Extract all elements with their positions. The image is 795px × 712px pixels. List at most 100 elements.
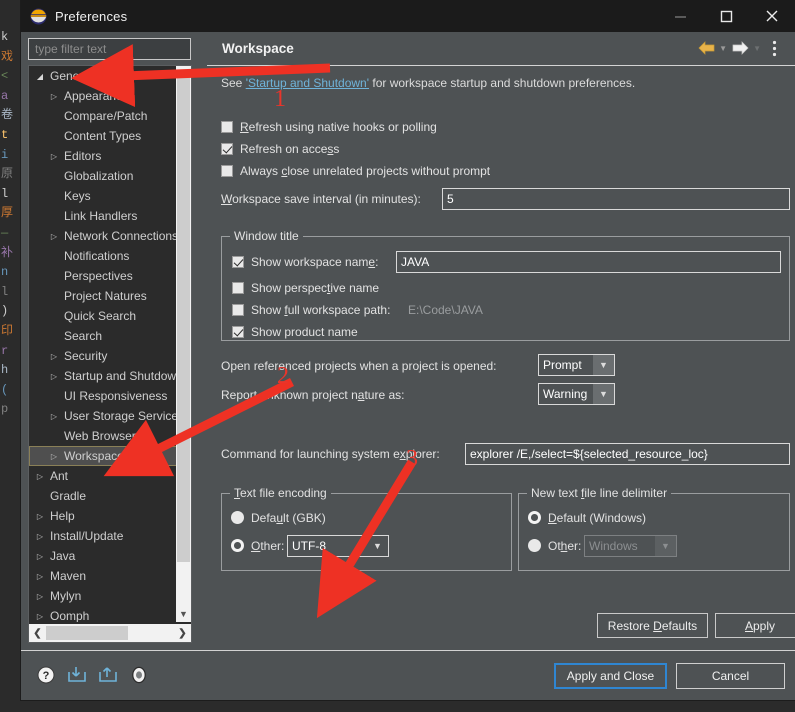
tree-item-editors[interactable]: ▷ Editors xyxy=(29,146,177,166)
tree-item-ui-responsiveness[interactable]: UI Responsiveness xyxy=(29,386,177,406)
maximize-button[interactable] xyxy=(703,0,749,32)
tree-item-security[interactable]: ▷ Security xyxy=(29,346,177,366)
radio-delimiter-default[interactable]: Default (Windows) xyxy=(528,511,646,525)
tree-item-java[interactable]: ▷ Java xyxy=(29,546,177,566)
back-history-chevron-down-icon[interactable]: ▼ xyxy=(719,44,727,53)
checkbox-show-product-name[interactable]: Show product name xyxy=(232,325,358,339)
import-arrow-icon[interactable] xyxy=(66,664,88,686)
checkbox-show-perspective-name[interactable]: Show perspective name xyxy=(232,281,379,295)
twisty-collapsed-icon[interactable]: ▷ xyxy=(35,567,45,586)
twisty-collapsed-icon[interactable]: ▷ xyxy=(49,447,59,466)
twisty-collapsed-icon[interactable]: ▷ xyxy=(35,547,45,566)
twisty-collapsed-icon[interactable]: ▷ xyxy=(35,587,45,606)
tree-item-mylyn[interactable]: ▷ Mylyn xyxy=(29,586,177,606)
scroll-down-icon[interactable]: ▼ xyxy=(176,605,191,622)
checkbox-show-full-workspace-path[interactable]: Show full workspace path: xyxy=(232,303,390,317)
checkbox-box[interactable] xyxy=(232,256,244,268)
checkbox-box[interactable] xyxy=(232,282,244,294)
tree-item-gradle[interactable]: Gradle xyxy=(29,486,177,506)
tree-horizontal-scrollbar[interactable]: ❮ ❯ xyxy=(29,624,191,642)
search-input[interactable] xyxy=(29,39,190,59)
tree-item-ant[interactable]: ▷ Ant xyxy=(29,466,177,486)
scroll-left-icon[interactable]: ❮ xyxy=(29,624,46,642)
checkbox-always-close-unrelated-projects[interactable]: Always close unrelated projects without … xyxy=(221,164,490,178)
restore-defaults-button[interactable]: Restore Defaults xyxy=(597,613,708,638)
apply-button[interactable]: Apply xyxy=(715,613,795,638)
workspace-name-input[interactable]: JAVA xyxy=(396,251,781,273)
scroll-right-icon[interactable]: ❯ xyxy=(174,624,191,642)
startup-and-shutdown-link[interactable]: 'Startup and Shutdown' xyxy=(246,76,369,90)
export-arrow-icon[interactable] xyxy=(97,664,119,686)
radio-circle[interactable] xyxy=(231,539,244,552)
tree-item-appearance[interactable]: ▷ Appearance xyxy=(29,86,177,106)
radio-encoding-default[interactable]: Default (GBK) xyxy=(231,511,326,525)
tree-item-link-handlers[interactable]: Link Handlers xyxy=(29,206,177,226)
chevron-down-icon[interactable]: ▼ xyxy=(593,355,614,375)
tree-item-project-natures[interactable]: Project Natures xyxy=(29,286,177,306)
chevron-down-icon[interactable]: ▼ xyxy=(593,384,614,404)
tree-item-install-update[interactable]: ▷ Install/Update xyxy=(29,526,177,546)
checkbox-box[interactable] xyxy=(221,143,233,155)
cancel-button[interactable]: Cancel xyxy=(676,663,785,689)
twisty-collapsed-icon[interactable]: ▷ xyxy=(49,367,59,386)
twisty-expanded-icon[interactable]: ◢ xyxy=(35,67,45,86)
forward-arrow-icon[interactable] xyxy=(729,37,751,59)
radio-circle[interactable] xyxy=(231,511,244,524)
tree-item-keys[interactable]: Keys xyxy=(29,186,177,206)
preferences-tree[interactable]: ◢ General ▷ Appearance Compare/Patch Content … xyxy=(28,65,192,643)
tree-item-notifications[interactable]: Notifications xyxy=(29,246,177,266)
checkbox-box[interactable] xyxy=(232,326,244,338)
tree-item-content-types[interactable]: Content Types xyxy=(29,126,177,146)
twisty-collapsed-icon[interactable]: ▷ xyxy=(35,607,45,622)
tree-item-general[interactable]: ◢ General xyxy=(29,66,177,86)
twisty-collapsed-icon[interactable]: ▷ xyxy=(35,527,45,546)
checkbox-show-workspace-name[interactable]: Show workspace name: xyxy=(232,255,378,269)
tree-vertical-scrollbar[interactable]: ▼ xyxy=(176,66,191,622)
twisty-collapsed-icon[interactable]: ▷ xyxy=(49,87,59,106)
tree-item-globalization[interactable]: Globalization xyxy=(29,166,177,186)
tree-item-web-browser[interactable]: Web Browser xyxy=(29,426,177,446)
tree-item-compare-patch[interactable]: Compare/Patch xyxy=(29,106,177,126)
vertical-dots-icon[interactable] xyxy=(763,37,785,59)
twisty-collapsed-icon[interactable]: ▷ xyxy=(35,507,45,526)
radio-encoding-other[interactable]: Other: xyxy=(231,539,284,553)
back-arrow-icon[interactable] xyxy=(695,37,717,59)
checkbox-box[interactable] xyxy=(221,121,233,133)
tree-item-startup-and-shutdown[interactable]: ▷ Startup and Shutdown xyxy=(29,366,177,386)
tree-item-oomph[interactable]: ▷ Oomph xyxy=(29,606,177,622)
tree-vertical-scrollbar-thumb[interactable] xyxy=(177,70,190,562)
twisty-collapsed-icon[interactable]: ▷ xyxy=(49,227,59,246)
tree-item-workspace[interactable]: ▷ Workspace xyxy=(29,446,177,466)
tree-item-quick-search[interactable]: Quick Search xyxy=(29,306,177,326)
twisty-collapsed-icon[interactable]: ▷ xyxy=(49,407,59,426)
close-button[interactable] xyxy=(749,0,795,32)
report-unknown-nature-select[interactable]: Warning ▼ xyxy=(538,383,615,405)
open-referenced-projects-select[interactable]: Prompt ▼ xyxy=(538,354,615,376)
tree-horizontal-scrollbar-thumb[interactable] xyxy=(46,626,128,640)
text-file-encoding-select[interactable]: UTF-8 ▼ xyxy=(287,535,389,557)
checkbox-box[interactable] xyxy=(232,304,244,316)
tree-item-help[interactable]: ▷ Help xyxy=(29,506,177,526)
workspace-save-interval-input[interactable]: 5 xyxy=(442,188,790,210)
checkbox-refresh-on-access[interactable]: Refresh on access xyxy=(221,142,339,156)
tree-item-search[interactable]: Search xyxy=(29,326,177,346)
help-question-icon[interactable]: ? xyxy=(35,664,57,686)
oomph-record-icon[interactable] xyxy=(128,664,150,686)
tree-item-perspectives[interactable]: Perspectives xyxy=(29,266,177,286)
twisty-collapsed-icon[interactable]: ▷ xyxy=(49,347,59,366)
radio-circle[interactable] xyxy=(528,539,541,552)
chevron-down-icon[interactable]: ▼ xyxy=(367,536,388,556)
checkbox-box[interactable] xyxy=(221,165,233,177)
twisty-collapsed-icon[interactable]: ▷ xyxy=(49,147,59,166)
radio-delimiter-other[interactable]: Other: xyxy=(528,539,581,553)
tree-item-user-storage-service[interactable]: ▷ User Storage Service xyxy=(29,406,177,426)
apply-and-close-button[interactable]: Apply and Close xyxy=(554,663,667,689)
checkbox-refresh-native-hooks[interactable]: Refresh using native hooks or polling xyxy=(221,120,437,134)
radio-circle[interactable] xyxy=(528,511,541,524)
tree-item-maven[interactable]: ▷ Maven xyxy=(29,566,177,586)
tree-item-network-connections[interactable]: ▷ Network Connections xyxy=(29,226,177,246)
system-explorer-command-input[interactable]: explorer /E,/select=${selected_resource_… xyxy=(465,443,790,465)
minimize-button[interactable] xyxy=(657,0,703,32)
twisty-collapsed-icon[interactable]: ▷ xyxy=(35,467,45,486)
preference-page-content: See 'Startup and Shutdown' for workspace… xyxy=(207,66,795,650)
